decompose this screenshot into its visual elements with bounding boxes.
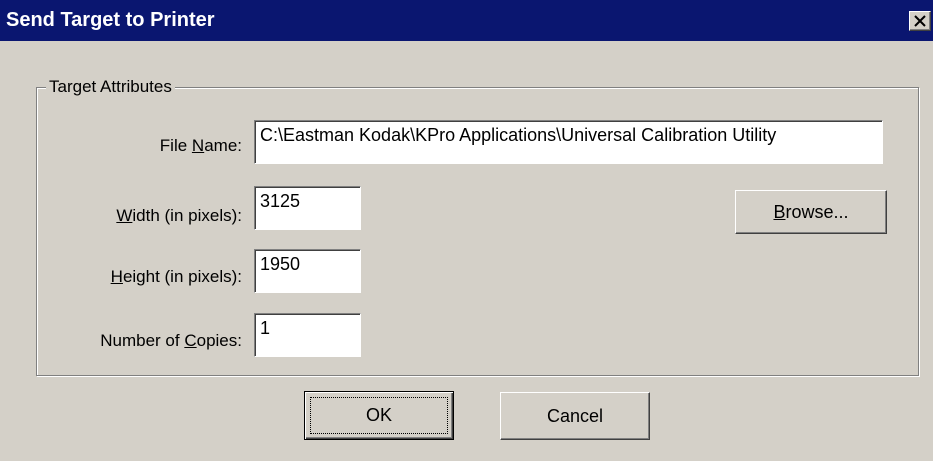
width-field[interactable]: 3125 bbox=[254, 186, 361, 230]
copies-accelerator: C bbox=[184, 331, 197, 350]
browse-button[interactable]: Browse... bbox=[735, 190, 887, 234]
close-icon bbox=[914, 15, 926, 27]
copies-field[interactable]: 1 bbox=[254, 313, 361, 357]
ok-button[interactable]: OK bbox=[304, 391, 454, 440]
file-name-accelerator: N bbox=[191, 136, 205, 155]
copies-label: Number of Copies: bbox=[100, 331, 242, 350]
title-bar: Send Target to Printer bbox=[0, 0, 933, 41]
width-label: Width (in pixels): bbox=[116, 206, 242, 225]
ok-label: OK bbox=[365, 405, 392, 425]
group-legend: Target Attributes bbox=[46, 76, 175, 98]
file-name-label: File Name: bbox=[159, 136, 242, 155]
file-name-field[interactable]: C:\Eastman Kodak\KPro Applications\Unive… bbox=[254, 120, 883, 164]
cancel-label: Cancel bbox=[546, 406, 604, 426]
cancel-button[interactable]: Cancel bbox=[500, 392, 650, 440]
height-label: Height (in pixels): bbox=[110, 267, 242, 286]
height-accelerator: H bbox=[110, 267, 123, 286]
close-button[interactable] bbox=[909, 11, 931, 31]
send-target-dialog: Send Target to Printer Target Attributes… bbox=[0, 0, 933, 461]
window-title: Send Target to Printer bbox=[6, 9, 215, 31]
height-field[interactable]: 1950 bbox=[254, 249, 361, 293]
browse-accelerator: B bbox=[773, 202, 786, 222]
width-accelerator: W bbox=[116, 206, 133, 225]
